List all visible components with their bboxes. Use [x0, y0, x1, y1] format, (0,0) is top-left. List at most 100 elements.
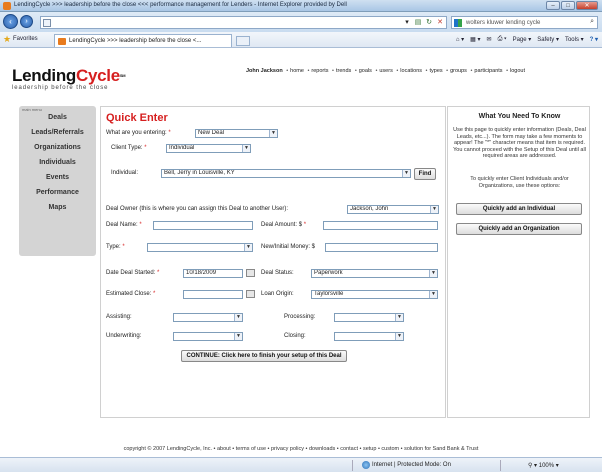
calendar-icon[interactable]	[246, 269, 255, 277]
nav-users[interactable]: users	[379, 68, 392, 74]
underwriting-select[interactable]: ▼	[173, 332, 243, 341]
chevron-down-icon: ▼	[429, 291, 437, 298]
nav-home[interactable]: home	[290, 68, 304, 74]
deal-name-input[interactable]	[153, 221, 253, 230]
chevron-down-icon: ▼	[395, 314, 403, 321]
date-started-label: Date Deal Started: *	[106, 270, 160, 276]
sidebar-item-deals[interactable]: Deals	[19, 114, 96, 121]
find-button[interactable]: Find	[414, 168, 436, 180]
deal-owner-select[interactable]: Jackson, John ▼	[347, 205, 439, 214]
sidebar-item-events[interactable]: Events	[19, 174, 96, 181]
tab-favicon-icon	[58, 38, 66, 45]
page-icon	[43, 19, 51, 27]
feeds-icon[interactable]: ▦ ▾	[470, 36, 480, 43]
closing-select[interactable]: ▼	[334, 332, 404, 341]
deal-owner-label: Deal Owner (this is where you can assign…	[106, 206, 289, 212]
minimize-icon[interactable]: –	[546, 1, 560, 10]
add-organization-button[interactable]: Quickly add an Organization	[456, 223, 582, 235]
new-tab-button[interactable]	[236, 36, 250, 46]
nav-logout[interactable]: logout	[510, 68, 525, 74]
nav-groups[interactable]: groups	[450, 68, 467, 74]
address-toolbar: ‹ › ▾ ▤ ↻ ✕ wolters kluwer lending cycle…	[0, 12, 602, 32]
new-money-input[interactable]	[325, 243, 438, 252]
help-text-options: To quickly enter Client Individuals and/…	[470, 176, 569, 189]
deal-amount-input[interactable]	[323, 221, 438, 230]
current-user: John Jackson	[246, 68, 283, 74]
close-icon[interactable]: ✕	[576, 1, 598, 10]
chevron-down-icon: ▼	[234, 333, 242, 340]
date-started-input[interactable]: 10/18/2009	[183, 269, 243, 278]
assisting-label: Assisting:	[106, 314, 132, 320]
chevron-down-icon: ▼	[395, 333, 403, 340]
zoom-level[interactable]: ⚲ ▾ 100% ▾	[528, 462, 559, 469]
print-icon[interactable]: ⎙ ▾	[498, 36, 507, 43]
stop-icon[interactable]: ✕	[435, 18, 445, 28]
search-icon[interactable]: ⌕	[590, 18, 594, 26]
nav-trends[interactable]: trends	[336, 68, 351, 74]
address-input[interactable]: ▾ ▤ ↻ ✕	[40, 16, 447, 29]
home-icon[interactable]: ⌂ ▾	[456, 36, 464, 43]
refresh-icon[interactable]: ↻	[424, 18, 434, 28]
processing-label: Processing:	[284, 314, 316, 320]
sidebar-item-organizations[interactable]: Organizations	[19, 144, 96, 151]
individual-label: Individual:	[111, 170, 139, 176]
site-logo[interactable]: LendingCycleSM leadership before the clo…	[12, 66, 126, 91]
dropdown-icon[interactable]: ▾	[402, 18, 412, 28]
underwriting-label: Underwriting:	[106, 333, 142, 339]
sidebar-item-maps[interactable]: Maps	[19, 204, 96, 211]
chevron-down-icon: ▼	[269, 130, 277, 137]
chevron-down-icon: ▼	[429, 270, 437, 277]
nav-participants[interactable]: participants	[474, 68, 502, 74]
mail-icon[interactable]: ✉	[487, 36, 492, 43]
logo-cycle: Cycle	[76, 66, 120, 85]
type-label: Type: *	[106, 244, 125, 250]
type-select[interactable]: ▼	[147, 243, 253, 252]
main-menu-header: main menu	[22, 107, 42, 112]
individual-select[interactable]: Bell, Jerry in Louisville, KY ▼	[161, 169, 411, 178]
continue-button[interactable]: CONTINUE: Click here to finish your setu…	[181, 350, 347, 362]
nav-types[interactable]: types	[429, 68, 442, 74]
main-menu: main menu Deals Leads/Referrals Organiza…	[19, 106, 96, 256]
tab-label: LendingCycle >>> leadership before the c…	[69, 38, 202, 44]
quick-enter-form: Quick Enter What are you entering: * New…	[100, 106, 446, 418]
add-individual-button[interactable]: Quickly add an Individual	[456, 203, 582, 215]
forward-icon[interactable]: ›	[20, 15, 33, 28]
safety-menu[interactable]: Safety ▾	[537, 36, 559, 43]
sidebar-item-leads-referrals[interactable]: Leads/Referrals	[19, 129, 96, 136]
assisting-select[interactable]: ▼	[173, 313, 243, 322]
help-panel-title: What You Need To Know	[478, 113, 561, 120]
loan-origin-select[interactable]: Taylorsville ▼	[311, 290, 438, 299]
ie-icon	[3, 2, 11, 10]
sidebar-item-individuals[interactable]: Individuals	[19, 159, 96, 166]
closing-label: Closing:	[284, 333, 306, 339]
entering-select[interactable]: New Deal ▼	[195, 129, 278, 138]
sidebar-item-performance[interactable]: Performance	[19, 189, 96, 196]
back-icon[interactable]: ‹	[3, 14, 18, 29]
security-zone: Internet | Protected Mode: On	[372, 462, 451, 468]
favorites-button[interactable]: Favorites	[13, 36, 38, 42]
tools-menu[interactable]: Tools ▾	[565, 36, 584, 43]
search-input[interactable]: wolters kluwer lending cycle ⌕	[451, 16, 598, 29]
browser-tab[interactable]: LendingCycle >>> leadership before the c…	[54, 34, 232, 47]
favorites-bar: ★ Favorites LendingCycle >>> leadership …	[0, 32, 602, 48]
nav-locations[interactable]: locations	[400, 68, 422, 74]
maximize-icon[interactable]: □	[561, 1, 575, 10]
page-footer: copyright © 2007 LendingCycle, Inc. • ab…	[123, 446, 479, 452]
client-type-select[interactable]: Individual ▼	[166, 144, 251, 153]
help-text: Use this page to quickly enter informati…	[453, 127, 586, 159]
new-money-label: New/Initial Money: $	[261, 244, 316, 250]
deal-amount-label: Deal Amount: $ *	[261, 222, 307, 228]
estimated-close-input[interactable]	[183, 290, 243, 299]
nav-goals[interactable]: goals	[359, 68, 372, 74]
status-bar: Internet | Protected Mode: On ⚲ ▾ 100% ▾	[0, 457, 602, 472]
window-controls: – □ ✕	[546, 1, 598, 11]
compatibility-icon[interactable]: ▤	[413, 18, 423, 28]
processing-select[interactable]: ▼	[334, 313, 404, 322]
nav-reports[interactable]: reports	[311, 68, 328, 74]
calendar-icon[interactable]	[246, 290, 255, 298]
help-icon[interactable]: ? ▾	[590, 36, 598, 43]
favorites-star-icon: ★	[3, 34, 12, 44]
page-menu[interactable]: Page ▾	[513, 36, 532, 43]
deal-status-select[interactable]: Paperwork ▼	[311, 269, 438, 278]
search-value: wolters kluwer lending cycle	[466, 20, 541, 26]
